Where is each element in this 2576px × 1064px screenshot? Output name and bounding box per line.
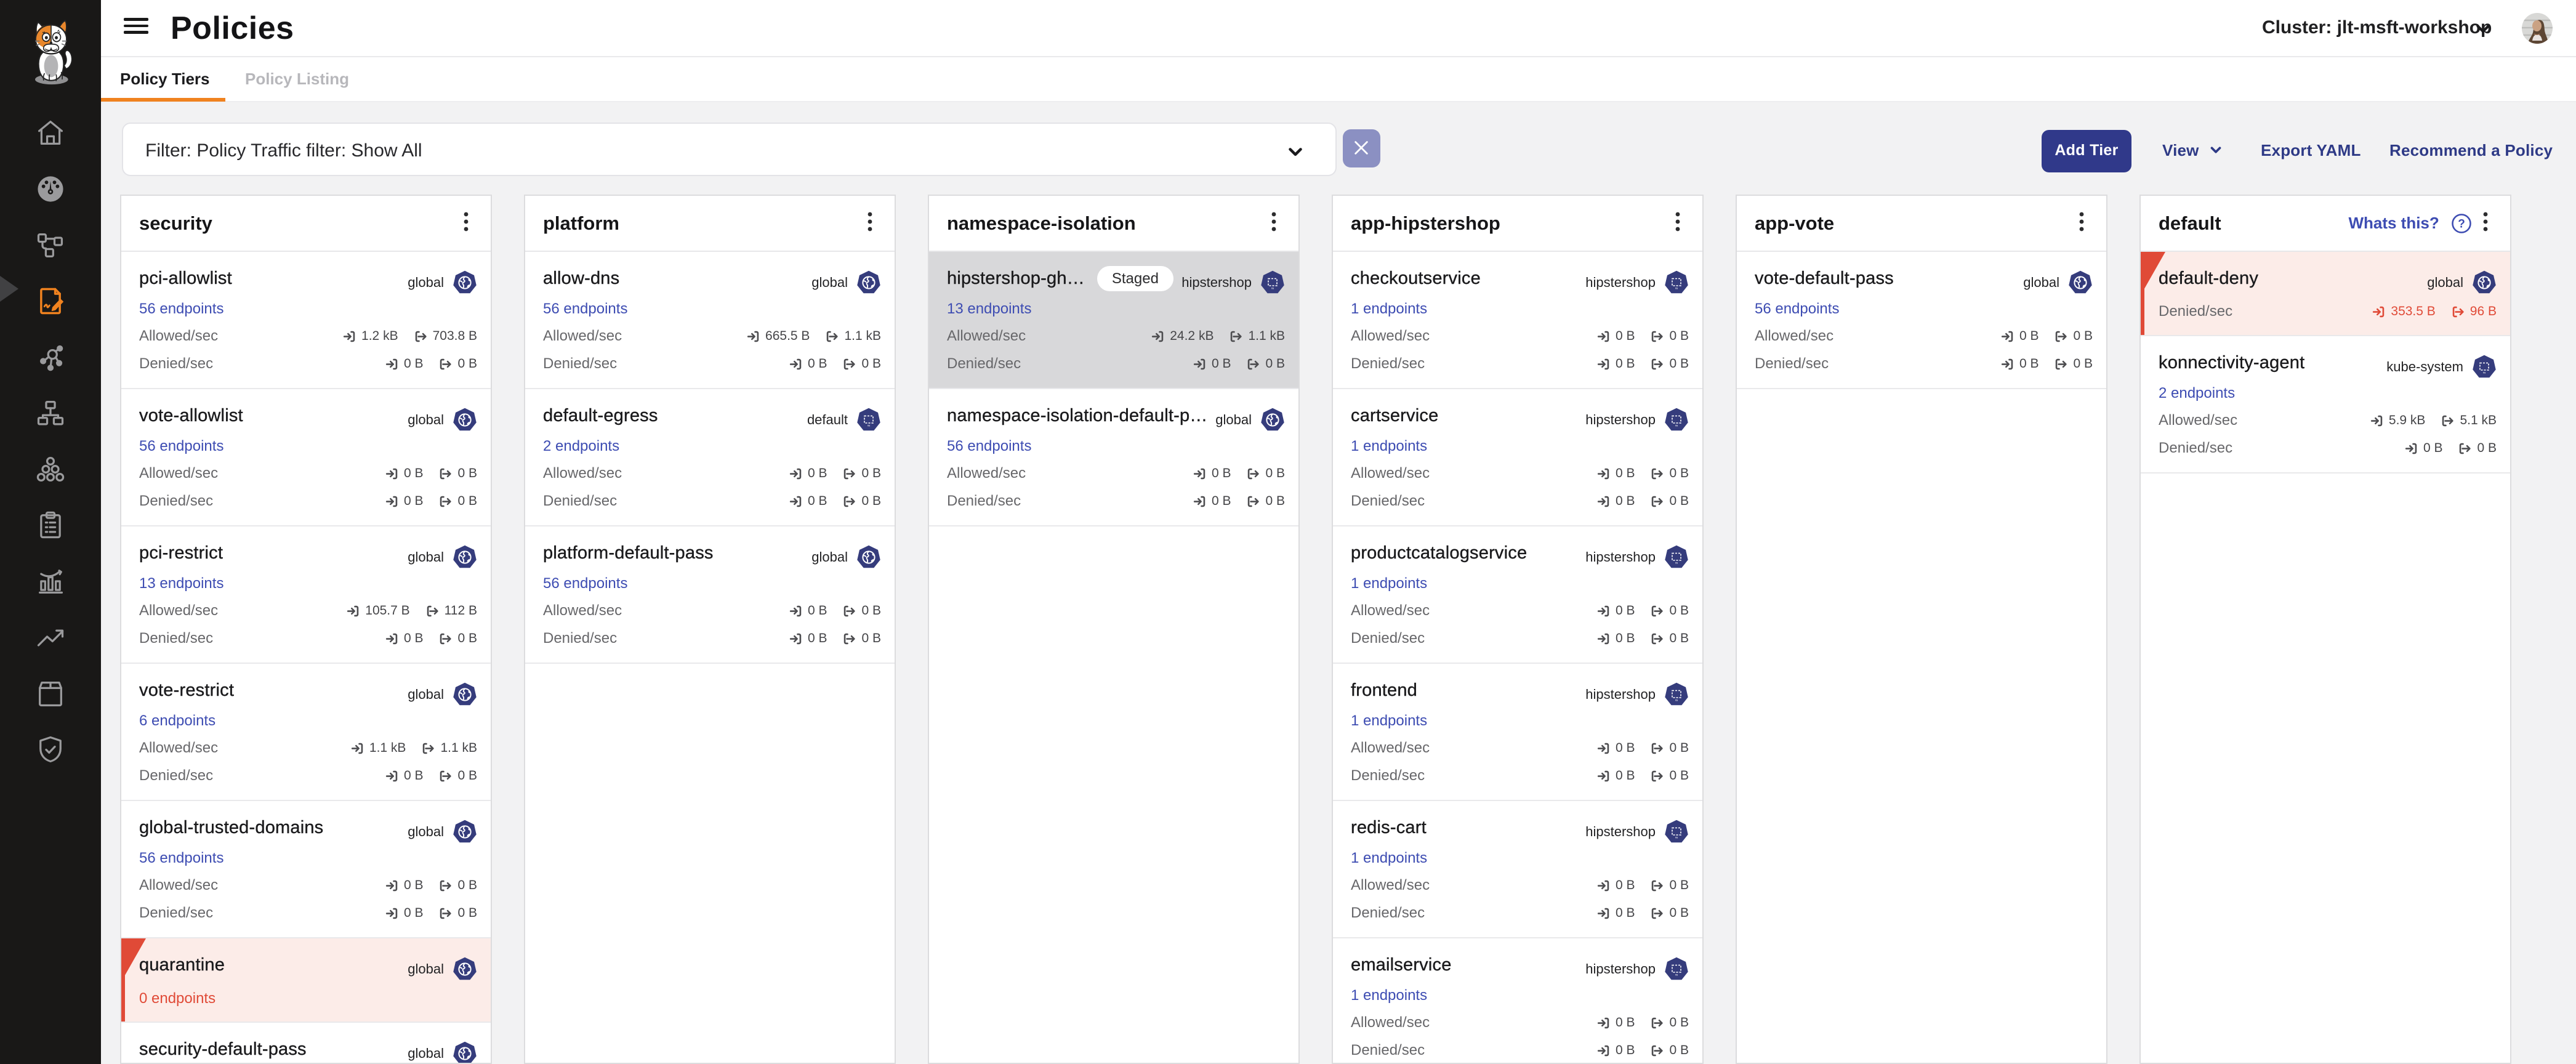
svg-text:ns: ns [1675, 836, 1678, 839]
svg-text:ns: ns [2483, 371, 2485, 374]
svg-text:ns: ns [1675, 562, 1678, 565]
svg-text:ns: ns [1675, 973, 1678, 977]
svg-text:ns: ns [1675, 287, 1678, 290]
svg-text:ns: ns [867, 424, 870, 427]
svg-text:?: ? [2458, 217, 2465, 230]
svg-text:ns: ns [1675, 699, 1678, 702]
svg-text:ns: ns [1271, 287, 1274, 290]
svg-text:ns: ns [1675, 424, 1678, 427]
